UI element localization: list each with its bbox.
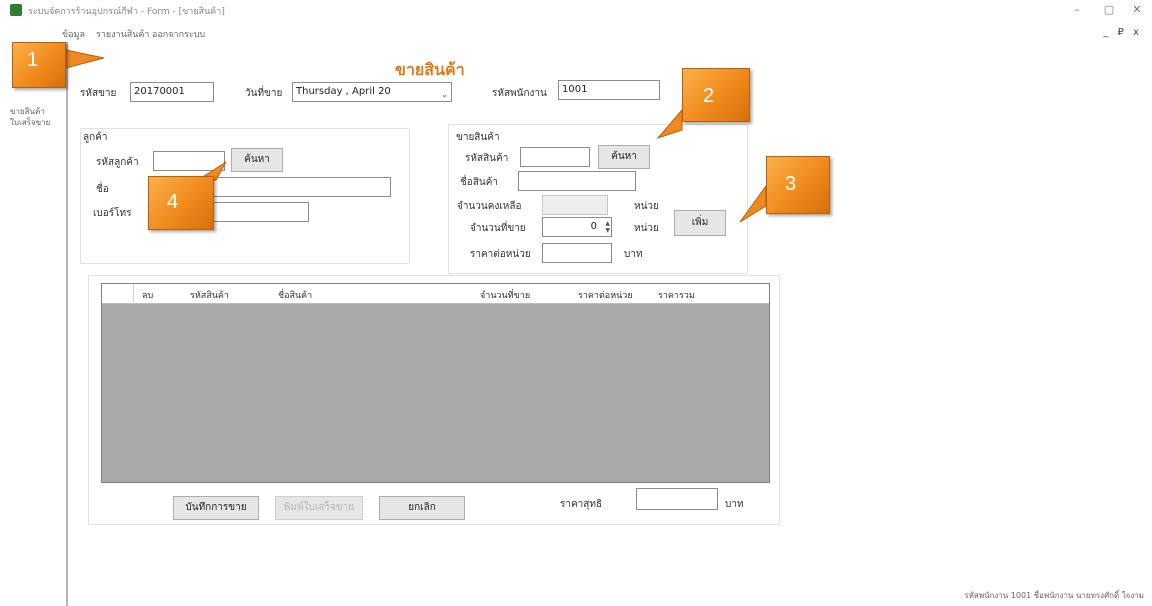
sale-date-value: Thursday , April 20 [296, 86, 391, 97]
customer-name-label: ชื่อ [96, 184, 109, 195]
sale-date-picker[interactable]: Thursday , April 20 ⌄ [292, 82, 452, 102]
column-header-delete[interactable]: ลบ [142, 288, 153, 302]
print-receipt-button: พิมพ์ใบเสร็จขาย [275, 496, 363, 520]
window-title: ระบบจัดการร้านอุปกรณ์กีฬา - Form - [ขายส… [28, 7, 225, 17]
sale-date-label: วันที่ขาย [245, 88, 283, 99]
net-total-label: ราคาสุทธิ [560, 499, 603, 510]
employee-id-label: รหัสพนักงาน [492, 88, 547, 99]
maximize-button[interactable]: ▢ [1094, 2, 1124, 18]
stock-field [542, 195, 608, 215]
sale-items-grid[interactable]: ลบ รหัสสินค้า ชื่อสินค้า จำนวนที่ขาย ราค… [101, 283, 770, 483]
customer-id-label: รหัสลูกค้า [96, 157, 139, 168]
title-bar: ระบบจัดการร้านอุปกรณ์กีฬา - Form - [ขายส… [0, 0, 1152, 22]
quantity-value: 0 [590, 221, 597, 232]
unit-price-field[interactable] [542, 243, 612, 263]
customer-phone-label: เบอร์โทร [93, 208, 132, 219]
product-id-label: รหัสสินค้า [465, 153, 509, 164]
minimize-button[interactable]: – [1062, 2, 1092, 18]
close-button[interactable]: ✕ [1122, 2, 1152, 18]
side-panel: ขายสินค้า ใบเสร็จขาย [0, 42, 68, 606]
grid-row-header-cell [102, 284, 134, 304]
cancel-button[interactable]: ยกเลิก [379, 496, 465, 520]
net-total-field[interactable] [636, 488, 718, 510]
menu-item-data[interactable]: ข้อมูล [62, 27, 85, 41]
quantity-unit-label: หน่วย [634, 223, 659, 234]
mdi-window-controls[interactable]: _ ₽ x [1103, 27, 1142, 38]
callout-badge-2: 2 [682, 68, 750, 122]
menu-item-report[interactable]: รายงานสินค้า [96, 27, 149, 41]
app-icon [10, 4, 22, 16]
callout-badge-4: 4 [148, 176, 214, 230]
add-item-button[interactable]: เพิ่ม [674, 210, 726, 236]
employee-id-field[interactable]: 1001 [558, 80, 660, 100]
spinner-arrows-icon[interactable]: ▲ ▼ [602, 220, 610, 234]
product-name-field[interactable] [518, 171, 636, 191]
callout-badge-3: 3 [766, 156, 830, 214]
column-header-quantity[interactable]: จำนวนที่ขาย [480, 288, 530, 302]
product-name-label: ชื่อสินค้า [460, 177, 499, 188]
menu-item-exit[interactable]: ออกจากระบบ [152, 27, 205, 41]
menu-bar: ข้อมูล รายงานสินค้า ออกจากระบบ [0, 24, 1152, 42]
column-header-product-id[interactable]: รหัสสินค้า [190, 288, 229, 302]
form-title: ขายสินค้า [395, 60, 465, 79]
product-group-label: ขายสินค้า [456, 132, 500, 143]
product-id-field[interactable] [520, 147, 590, 167]
product-search-button[interactable]: ค้นหา [598, 145, 650, 169]
net-total-currency-label: บาท [725, 499, 744, 510]
quantity-stepper[interactable]: 0 ▲ ▼ [542, 217, 612, 237]
quantity-label: จำนวนที่ขาย [470, 223, 526, 234]
sale-no-field[interactable]: 20170001 [130, 82, 214, 102]
callout-1-pointer [65, 49, 105, 69]
column-header-total-price[interactable]: ราคารวม [658, 288, 695, 302]
sidebar-item-receipt[interactable]: ใบเสร็จขาย [10, 116, 50, 129]
customer-search-button[interactable]: ค้นหา [231, 148, 283, 172]
stock-unit-label: หน่วย [634, 201, 659, 212]
customer-id-field[interactable] [153, 151, 225, 171]
sale-no-label: รหัสขาย [80, 88, 117, 99]
column-header-unit-price[interactable]: ราคาต่อหน่วย [578, 288, 633, 302]
unit-price-currency-label: บาท [624, 249, 643, 260]
callout-badge-1: 1 [12, 42, 66, 88]
unit-price-label: ราคาต่อหน่วย [470, 249, 531, 260]
customer-group-label: ลูกค้า [83, 132, 108, 143]
column-header-product-name[interactable]: ชื่อสินค้า [278, 288, 312, 302]
chevron-down-icon[interactable]: ⌄ [441, 86, 448, 101]
status-bar-text: รหัสพนักงาน 1001 ชื่อพนักงาน นายทรงศักดิ… [964, 591, 1144, 600]
grid-header: ลบ รหัสสินค้า ชื่อสินค้า จำนวนที่ขาย ราค… [102, 284, 769, 304]
save-sale-button[interactable]: บันทึกการขาย [173, 496, 259, 520]
stock-label: จำนวนคงเหลือ [457, 201, 522, 212]
